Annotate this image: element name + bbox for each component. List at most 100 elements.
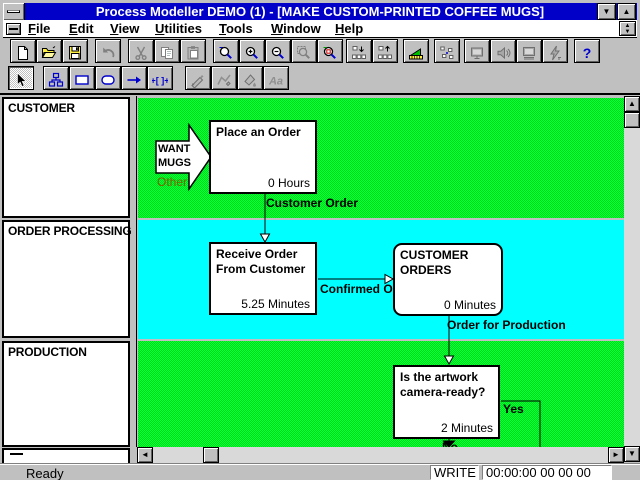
new-document-icon	[15, 45, 31, 61]
title-bar: Process Modeller DEMO (1) - [MAKE CUSTOM…	[3, 3, 637, 20]
zoom-out-icon	[270, 45, 286, 61]
draw-line-button	[185, 66, 211, 90]
lane-label-text: PRODUCTION	[4, 343, 128, 361]
maximize-button[interactable]: ▲	[617, 3, 636, 20]
multimedia-icon	[521, 45, 537, 61]
scroll-left-button[interactable]: ◄	[137, 447, 153, 463]
status-bar: Ready WRITE 00:00:00 00 00 00	[0, 463, 640, 480]
step-title: Place an Order	[211, 122, 315, 143]
zoom-normal-icon	[218, 45, 234, 61]
zoom-normal-button[interactable]	[213, 39, 239, 63]
org-frame-icon	[48, 72, 64, 88]
h-scroll-thumb[interactable]	[203, 447, 219, 463]
timer-display: 00:00:00 00 00 00	[482, 465, 612, 480]
menu-utilities[interactable]: Utilities	[155, 21, 202, 37]
step-receive-order[interactable]: Receive Order From Customer 5.25 Minutes	[209, 242, 317, 315]
lane-label-production[interactable]: PRODUCTION	[2, 341, 130, 447]
menu-window[interactable]: Window	[271, 21, 321, 37]
rearrange-button[interactable]	[434, 39, 460, 63]
menu-view[interactable]: View	[110, 21, 139, 37]
help-button[interactable]	[574, 39, 600, 63]
v-scrollbar[interactable]: ▲ ▼	[624, 96, 640, 462]
mdi-system-menu-button[interactable]	[6, 23, 21, 35]
flow-connector-button[interactable]	[147, 66, 173, 90]
select-cursor-button[interactable]	[8, 66, 34, 90]
scroll-down-button[interactable]: ▼	[624, 446, 640, 462]
lane-label-customer[interactable]: CUSTOMER	[2, 97, 130, 218]
step-place-an-order[interactable]: Place an Order 0 Hours	[209, 120, 317, 194]
scroll-right-icon: ►	[612, 450, 620, 459]
store-duration: 0 Minutes	[444, 298, 496, 312]
draw-poly-icon	[216, 72, 232, 88]
fill-style-icon	[242, 72, 258, 88]
flow-connector-icon	[152, 72, 168, 88]
menu-help[interactable]: Help	[335, 21, 363, 37]
cut-button	[128, 39, 154, 63]
collapse-levels-button[interactable]	[372, 39, 398, 63]
store-box-button[interactable]	[95, 66, 121, 90]
store-customer-orders[interactable]: CUSTOMER ORDERS 0 Minutes	[393, 243, 503, 316]
flow-arrow-button[interactable]	[121, 66, 147, 90]
store-title: CUSTOMER ORDERS	[395, 245, 501, 281]
presentation-button	[464, 39, 490, 63]
save-file-icon	[67, 45, 83, 61]
scroll-up-icon: ▲	[628, 99, 636, 108]
copy-button	[154, 39, 180, 63]
scroll-down-icon: ▼	[628, 449, 636, 458]
select-cursor-icon	[13, 72, 29, 88]
zoom-out-button[interactable]	[265, 39, 291, 63]
fill-style-button	[237, 66, 263, 90]
flow-label-customer-order: Customer Order	[266, 196, 358, 210]
copy-icon	[159, 45, 175, 61]
step-duration: 5.25 Minutes	[241, 297, 310, 311]
paste-icon	[185, 45, 201, 61]
lane-label-text: ORDER PROCESSING	[4, 222, 128, 240]
lane-label-order-processing[interactable]: ORDER PROCESSING	[2, 220, 130, 338]
animate-button	[542, 39, 568, 63]
menu-edit[interactable]: Edit	[69, 21, 94, 37]
scroll-right-button[interactable]: ►	[608, 447, 624, 463]
cut-icon	[133, 45, 149, 61]
h-scrollbar[interactable]: ◄ ►	[137, 447, 624, 463]
app-window: Process Modeller DEMO (1) - [MAKE CUSTOM…	[0, 0, 640, 480]
save-file-button[interactable]	[62, 39, 88, 63]
decision-duration: 2 Minutes	[441, 421, 493, 435]
partial-lane-dash	[10, 453, 23, 455]
window-title: Process Modeller DEMO (1) - [MAKE CUSTOM…	[3, 3, 637, 20]
open-file-button[interactable]	[36, 39, 62, 63]
maximize-icon: ▲	[623, 7, 631, 16]
sound-icon	[495, 45, 511, 61]
write-mode-indicator: WRITE	[430, 465, 479, 480]
v-scroll-thumb[interactable]	[624, 112, 640, 128]
zoom-selection-button	[291, 39, 317, 63]
zoom-fit-button[interactable]	[317, 39, 343, 63]
rearrange-icon	[439, 45, 455, 61]
undo-button	[95, 39, 121, 63]
flow-label-no: No	[442, 440, 458, 447]
step-title: Receive Order From Customer	[211, 244, 315, 280]
draw-poly-button	[211, 66, 237, 90]
minimize-button[interactable]: ▼	[597, 3, 616, 20]
menu-file[interactable]: File	[28, 21, 50, 37]
status-message: Ready	[26, 466, 64, 480]
timescale-button[interactable]	[403, 39, 429, 63]
minimize-icon: ▼	[603, 7, 611, 16]
animate-icon	[547, 45, 563, 61]
timescale-icon	[408, 45, 424, 61]
scroll-left-icon: ◄	[141, 450, 149, 459]
lane-label-partial	[2, 448, 130, 463]
expand-levels-button[interactable]	[346, 39, 372, 63]
mdi-restore-button[interactable]: ▲ ▼	[619, 21, 636, 36]
menu-bar: File Edit View Utilities Tools Window He…	[3, 20, 637, 38]
system-menu-button[interactable]	[3, 3, 25, 20]
new-document-button[interactable]	[10, 39, 36, 63]
scroll-up-button[interactable]: ▲	[624, 96, 640, 112]
multimedia-button	[516, 39, 542, 63]
diagram-canvas[interactable]: WANT MUGS Other Customer Order Confirmed…	[136, 96, 624, 447]
org-frame-button[interactable]	[43, 66, 69, 90]
restore-down-icon: ▼	[620, 29, 635, 35]
decision-artwork-ready[interactable]: Is the artwork camera-ready? 2 Minutes	[393, 365, 500, 439]
menu-tools[interactable]: Tools	[219, 21, 253, 37]
zoom-in-button[interactable]	[239, 39, 265, 63]
activity-box-button[interactable]	[69, 66, 95, 90]
